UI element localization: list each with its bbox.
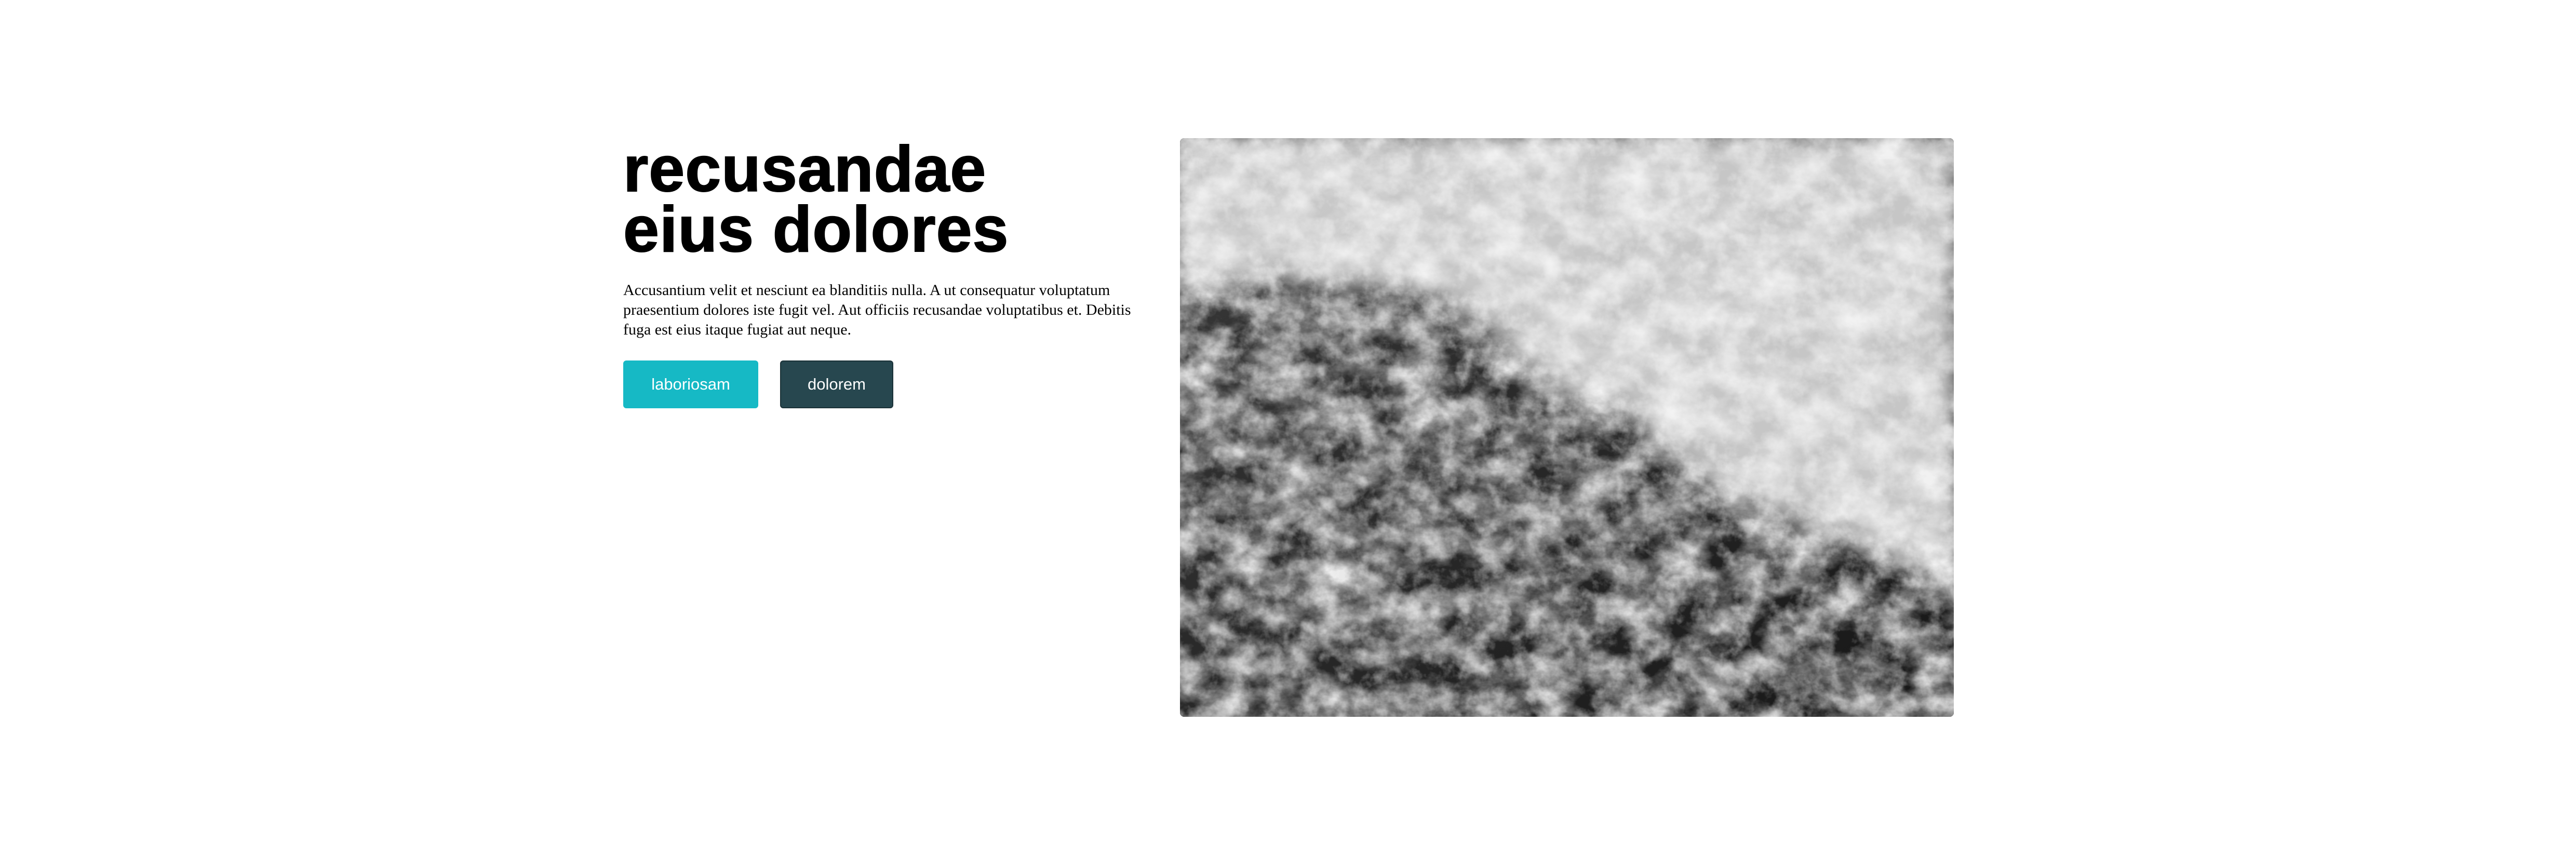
hero-headline-line-1: recusandae <box>623 133 987 205</box>
hero-image-ocean-waves <box>1180 138 1954 717</box>
hero-text-block: recusandae eius dolores Accusantium veli… <box>623 133 1153 408</box>
hero-headline-line-2: eius dolores <box>623 194 1009 265</box>
ocean-foam-illustration <box>1180 138 1954 717</box>
primary-cta-button[interactable]: laboriosam <box>623 360 758 408</box>
hero-section: recusandae eius dolores Accusantium veli… <box>0 0 2576 855</box>
hero-description: Accusantium velit et nesciunt ea blandit… <box>623 282 1131 338</box>
hero-button-group: laboriosam dolorem <box>623 360 1153 408</box>
secondary-cta-button[interactable]: dolorem <box>780 360 893 408</box>
hero-headline: recusandae eius dolores <box>623 133 1153 265</box>
